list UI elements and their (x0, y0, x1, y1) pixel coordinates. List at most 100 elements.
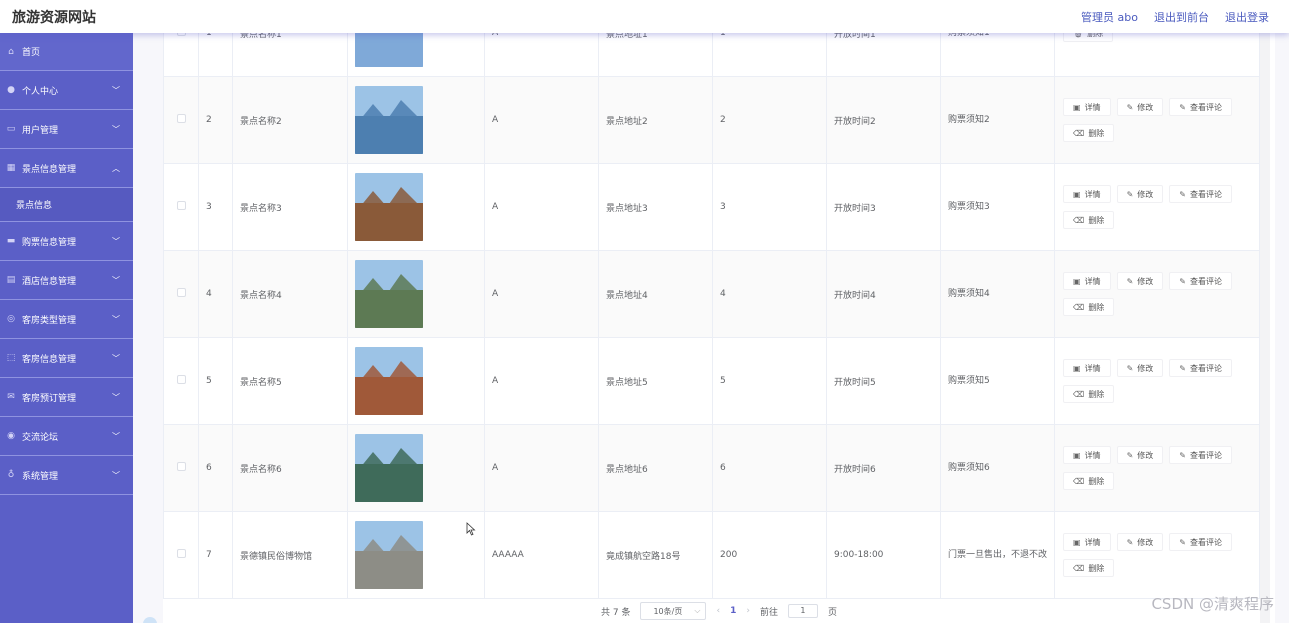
page-suffix-label: 页 (827, 607, 837, 618)
attraction-name: 景点名称3 (232, 163, 348, 251)
detail-button[interactable]: ▣ 详情 (1063, 533, 1111, 551)
delete-button[interactable]: ⌫ 删除 (1063, 124, 1115, 142)
prev-page-icon[interactable]: ‹ (716, 606, 720, 616)
row-checkbox[interactable] (176, 114, 186, 123)
home-icon: ⌂ (8, 46, 14, 57)
mail-icon: ✉ (7, 392, 15, 402)
row-select-cell (163, 163, 199, 251)
vertical-scrollbar[interactable] (1260, 33, 1270, 623)
attraction-open-time: 开放时间3 (826, 163, 941, 251)
chat-icon: ▭ (6, 124, 16, 134)
table-row: 3 景点名称3 A 景点地址3 3 开放时间3 购票须知3 ▣ 详情 ✎ 修改 ✎ 查看评论 ⌫ 删除 (163, 163, 1260, 251)
chevron-down-icon: ﹀ (112, 86, 120, 95)
page-number-current[interactable]: 1 (730, 606, 736, 616)
chevron-down-icon: ﹀ (112, 432, 120, 441)
table-row: 2 景点名称2 A 景点地址2 2 开放时间2 购票须知2 ▣ 详情 ✎ 修改 ✎ 查看评论 ⌫ 删除 (163, 76, 1260, 164)
sidebar-item-label: 系统管理 (22, 471, 59, 482)
detail-button[interactable]: ▣ 详情 (1063, 446, 1111, 464)
row-checkbox[interactable] (176, 288, 186, 297)
attraction-image (355, 86, 423, 154)
pencil-icon: ✎ (1179, 537, 1186, 547)
view-comments-button-label: 查看评论 (1189, 276, 1222, 286)
view-comments-button-label: 查看评论 (1189, 537, 1222, 547)
row-checkbox[interactable] (176, 462, 186, 471)
view-comments-button-label: 查看评论 (1189, 189, 1222, 199)
admin-user-label[interactable]: 管理员 abo (1081, 9, 1138, 25)
delete-button-label: 删除 (1088, 302, 1105, 312)
view-comments-button[interactable]: ✎ 查看评论 (1169, 446, 1232, 464)
sidebar-item-2[interactable]: ▭ 用户管理 ﹀ (0, 110, 133, 149)
delete-button-label: 删除 (1088, 563, 1105, 573)
detail-button[interactable]: ▣ 详情 (1063, 272, 1111, 290)
attraction-image-cell (347, 424, 485, 512)
edit-button[interactable]: ✎ 修改 (1116, 359, 1164, 377)
view-comments-button[interactable]: ✎ 查看评论 (1169, 98, 1232, 116)
pencil-icon: ✎ (1179, 189, 1186, 199)
pencil-icon: ✎ (1126, 189, 1134, 199)
row-index: 6 (198, 424, 233, 512)
next-page-icon[interactable]: › (746, 606, 750, 616)
delete-button[interactable]: ⌫ 删除 (1063, 472, 1115, 490)
detail-button[interactable]: ▣ 详情 (1063, 185, 1111, 203)
mouse-cursor-icon (466, 522, 476, 536)
chevron-up-icon: ︿ (112, 164, 120, 173)
delete-button-label: 删除 (1088, 389, 1105, 399)
edit-button[interactable]: ✎ 修改 (1116, 98, 1164, 116)
row-checkbox[interactable] (176, 549, 186, 558)
delete-button[interactable]: ⌫ 删除 (1063, 298, 1115, 316)
delete-button[interactable]: ⌫ 删除 (1063, 559, 1115, 577)
edit-button[interactable]: ✎ 修改 (1116, 533, 1164, 551)
view-comments-button[interactable]: ✎ 查看评论 (1169, 359, 1232, 377)
table-row: 6 景点名称6 A 景点地址6 6 开放时间6 购票须知6 ▣ 详情 ✎ 修改 ✎ 查看评论 ⌫ 删除 (163, 424, 1260, 512)
view-comments-button[interactable]: ✎ 查看评论 (1169, 185, 1232, 203)
row-actions: ▣ 详情 ✎ 修改 ✎ 查看评论 ⌫ 删除 (1054, 424, 1260, 512)
goto-page-input[interactable]: 1 (787, 604, 818, 618)
actions-group: ▣ 详情 ✎ 修改 ✎ 查看评论 ⌫ 删除 (1063, 446, 1253, 490)
sidebar-item-label: 交流论坛 (22, 432, 59, 443)
edit-button[interactable]: ✎ 修改 (1116, 185, 1164, 203)
sidebar-item-7[interactable]: ⬚ 客房信息管理 ﹀ (0, 339, 133, 378)
sidebar-item-label: 客房信息管理 (22, 354, 77, 365)
attraction-image (355, 434, 423, 502)
page-size-select[interactable]: 10条/页 ⌵ (640, 602, 707, 620)
pencil-icon: ✎ (1126, 276, 1134, 286)
view-comments-button-label: 查看评论 (1189, 450, 1222, 460)
sidebar-item-9[interactable]: ◉ 交流论坛 ﹀ (0, 417, 133, 456)
edit-button[interactable]: ✎ 修改 (1116, 446, 1164, 464)
attraction-image (355, 260, 423, 328)
sidebar-item-label: 客房类型管理 (22, 315, 77, 326)
attraction-name: 景点名称6 (232, 424, 348, 512)
view-comments-button[interactable]: ✎ 查看评论 (1169, 533, 1232, 551)
sidebar-item-4[interactable]: ▬ 购票信息管理 ﹀ (0, 222, 133, 261)
delete-button[interactable]: ⌫ 删除 (1063, 211, 1115, 229)
attraction-notice: 购票须知3 (940, 163, 1055, 251)
edit-button-label: 修改 (1137, 102, 1154, 112)
row-checkbox[interactable] (176, 375, 186, 384)
attraction-notice: 购票须知6 (940, 424, 1055, 512)
detail-button[interactable]: ▣ 详情 (1063, 359, 1111, 377)
back-to-front-link[interactable]: 退出到前台 (1154, 9, 1209, 25)
sidebar-item-8[interactable]: ✉ 客房预订管理 ﹀ (0, 378, 133, 417)
header-links: 管理员 abo 退出到前台 退出登录 (1081, 9, 1269, 25)
sidebar-item-3[interactable]: ▦ 景点信息管理 ︿ (0, 149, 133, 188)
sidebar-item-10[interactable]: ♁ 系统管理 ﹀ (0, 456, 133, 495)
sidebar-item-0[interactable]: ⌂ 首页 (0, 33, 133, 71)
logout-link[interactable]: 退出登录 (1225, 9, 1269, 25)
detail-button[interactable]: ▣ 详情 (1063, 98, 1111, 116)
attraction-notice: 购票须知5 (940, 337, 1055, 425)
sidebar-subitem-0[interactable]: 景点信息 (0, 188, 133, 222)
sidebar-item-6[interactable]: ◎ 客房类型管理 ﹀ (0, 300, 133, 339)
attraction-name: 景点名称2 (232, 76, 348, 164)
attraction-level: A (484, 337, 599, 425)
pencil-icon: ✎ (1126, 537, 1134, 547)
edit-button[interactable]: ✎ 修改 (1116, 272, 1164, 290)
sidebar-item-label: 个人中心 (22, 86, 59, 97)
view-comments-button[interactable]: ✎ 查看评论 (1169, 272, 1232, 290)
attraction-level: A (484, 76, 599, 164)
attraction-price: 2 (712, 76, 827, 164)
delete-button-label: 删除 (1088, 215, 1105, 225)
sidebar-item-1[interactable]: ● 个人中心 ﹀ (0, 71, 133, 110)
sidebar-item-5[interactable]: ▤ 酒店信息管理 ﹀ (0, 261, 133, 300)
delete-button[interactable]: ⌫ 删除 (1063, 385, 1115, 403)
row-checkbox[interactable] (176, 201, 186, 210)
